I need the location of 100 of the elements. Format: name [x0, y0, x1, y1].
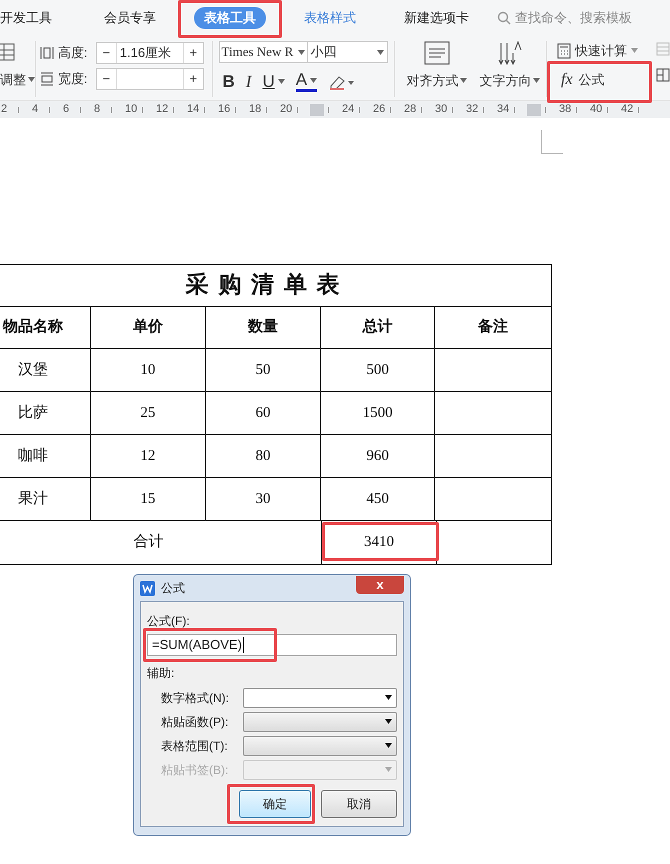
table-cell-text: 30 [256, 490, 270, 509]
ok-button[interactable]: 确定 [239, 790, 311, 818]
table-cell-text: 咖啡 [18, 446, 48, 466]
column-header: 数量 [206, 307, 321, 348]
table-cell-text: 60 [256, 404, 270, 423]
caret-icon [376, 50, 384, 54]
table-cell-text: 汉堡 [18, 360, 48, 380]
calculator-icon [557, 42, 571, 59]
text-direction-icon [496, 41, 523, 67]
dropdown-field[interactable] [243, 712, 397, 732]
total-value: 3410 [364, 533, 394, 552]
helper-label: 辅助: [147, 665, 176, 682]
dialog-title: 公式 [161, 580, 185, 597]
close-button[interactable]: x [356, 576, 404, 594]
spinner-field[interactable]: − 1.16厘米 + [96, 42, 204, 64]
app-logo-icon [140, 580, 155, 596]
caret-icon [278, 79, 285, 84]
field-label: 粘贴函数(P): [161, 714, 230, 730]
underline-button[interactable]: U [262, 69, 285, 94]
ruler-number: 20 [280, 102, 292, 118]
table-icon [656, 68, 670, 82]
ruler-number: 30 [435, 102, 448, 118]
ruler-number: 10 [125, 102, 138, 118]
column-header: 单价 [90, 307, 206, 348]
font-size-select[interactable]: 小四 [308, 41, 388, 63]
ruler-number: 18 [249, 102, 262, 118]
dropdown-field[interactable] [243, 688, 397, 708]
ribbon-tab[interactable]: 会员专享 [94, 7, 166, 29]
ruler-number: 12 [156, 102, 168, 118]
formula-button[interactable]: fx 公式 [557, 68, 605, 90]
search-icon [497, 11, 511, 25]
ribbon-tab[interactable]: 开发工具 [0, 7, 62, 29]
total-label: 合计 [134, 532, 164, 552]
table-cell-text: 12 [140, 446, 156, 466]
ruler-number: 2 [1, 102, 8, 118]
table-cell-text: 25 [140, 404, 156, 423]
formula-input[interactable]: =SUM(ABOVE) [147, 634, 397, 656]
column-header: 总计 [320, 307, 436, 348]
spinner-field[interactable]: − + [96, 68, 204, 90]
dimension-label: 宽度: [58, 70, 88, 88]
quick-calc-button[interactable]: 快速计算 [575, 41, 627, 60]
width-icon [40, 72, 54, 86]
ribbon-tab[interactable]: 新建选项卡 [394, 7, 479, 29]
caret-icon [28, 77, 35, 82]
caret-icon [385, 695, 392, 700]
table-cell-text: 果汁 [18, 490, 48, 509]
caret-icon [298, 50, 304, 54]
table-cell-text: 1500 [362, 404, 393, 423]
ribbon-tab[interactable]: 表格样式 [294, 7, 366, 29]
table-cell-text: 80 [256, 446, 270, 466]
caret-icon [385, 719, 392, 724]
field-label: 表格范围(T): [161, 738, 229, 754]
align-button[interactable]: 对齐方式 [406, 71, 458, 90]
ruler-number: 34 [497, 102, 510, 118]
caret-icon [385, 743, 392, 748]
dropdown-field[interactable] [243, 736, 397, 756]
text-direction-button[interactable]: 文字方向 [479, 71, 532, 90]
caret-icon [631, 48, 638, 54]
ruler-marker-icon[interactable] [527, 102, 541, 116]
table-title: 采 购 清 单 表 [186, 271, 342, 300]
ruler-number: 42 [621, 102, 634, 118]
table-cell-text: 450 [366, 490, 389, 509]
ruler-number: 32 [466, 102, 478, 118]
caret-icon [385, 767, 392, 772]
formula-label: 公式(F): [147, 613, 191, 630]
font-color-button[interactable]: A [296, 71, 318, 92]
bold-button[interactable]: B [222, 69, 235, 94]
table-cell-text: 500 [366, 360, 389, 380]
adjust-label[interactable]: 调整 [0, 70, 26, 90]
font-name-select[interactable]: Times New R [218, 41, 308, 63]
ruler-number: 16 [218, 102, 230, 118]
table-cell-text: 15 [140, 490, 156, 509]
ruler-number: 8 [94, 102, 100, 118]
cancel-button[interactable]: 取消 [321, 790, 397, 818]
table-cell-text: 10 [140, 360, 156, 380]
table-cell-text: 960 [366, 446, 389, 466]
align-icon [424, 41, 450, 65]
field-label: 数字格式(N): [161, 690, 230, 706]
ruler-number: 4 [32, 102, 38, 118]
table-icon [656, 42, 670, 56]
ruler-number: 24 [342, 102, 354, 118]
italic-button[interactable]: I [246, 69, 252, 94]
height-icon [40, 46, 54, 60]
ruler-marker-icon[interactable] [310, 102, 324, 116]
ruler-number: 26 [373, 102, 386, 118]
ruler-number: 6 [63, 102, 70, 118]
highlighter-icon[interactable] [328, 74, 354, 90]
field-label: 粘贴书签(B): [161, 762, 230, 778]
column-header: 备注 [476, 317, 510, 338]
caret-icon [460, 78, 468, 84]
column-header: 物品名称 [0, 307, 91, 348]
caret-icon [533, 78, 540, 84]
ruler-number: 14 [187, 102, 200, 118]
margin-corner-mark [541, 130, 563, 154]
ruler-number: 38 [559, 102, 572, 118]
caret-icon [310, 78, 318, 83]
table-cell-text: 50 [256, 360, 270, 380]
dimension-label: 高度: [58, 44, 88, 62]
ruler-number: 28 [404, 102, 416, 118]
table-cell-text: 比萨 [18, 404, 48, 423]
